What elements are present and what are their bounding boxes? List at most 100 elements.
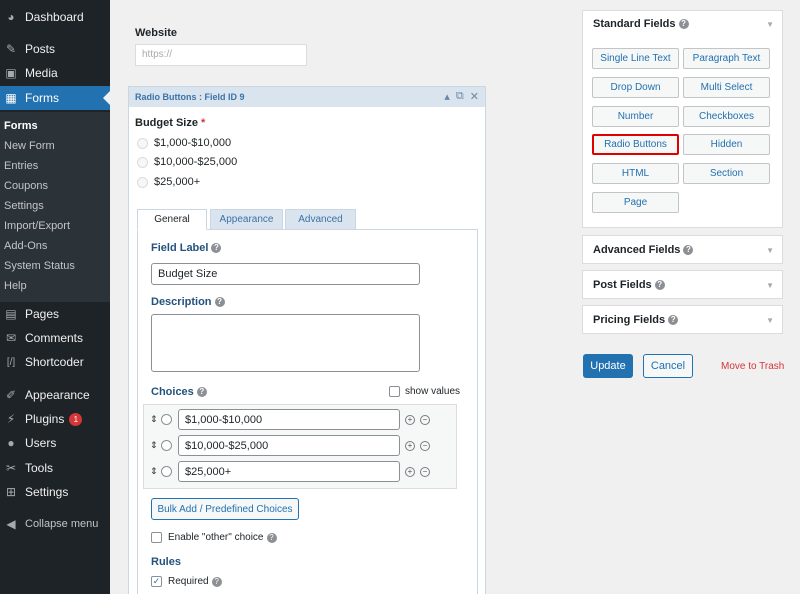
remove-choice-icon[interactable]: − <box>420 414 430 425</box>
radio-preview-dot <box>137 156 148 168</box>
menu-posts[interactable]: ✎ Posts <box>0 37 110 61</box>
post-fields-panel[interactable]: Post Fields? ▼ <box>582 270 783 299</box>
drag-handle-icon[interactable]: ⇕ <box>150 414 158 425</box>
help-icon[interactable]: ? <box>654 280 665 291</box>
rules-heading: Rules <box>151 556 181 568</box>
tab-general[interactable]: General <box>137 209 207 230</box>
enable-other-checkbox[interactable] <box>151 532 162 543</box>
remove-choice-icon[interactable]: − <box>420 466 430 477</box>
drag-handle-icon[interactable]: ⇕ <box>150 440 158 451</box>
cancel-button[interactable]: Cancel <box>643 354 693 378</box>
add-page-button[interactable]: Page <box>592 192 679 213</box>
add-drop-down-button[interactable]: Drop Down <box>592 77 679 98</box>
caret-down-icon[interactable]: ▼ <box>766 20 774 29</box>
caret-down-icon[interactable]: ▼ <box>766 246 774 255</box>
field-preview-title: Budget Size * <box>135 117 206 129</box>
menu-appearance[interactable]: ✐ Appearance <box>0 383 110 407</box>
menu-pages[interactable]: ▤ Pages <box>0 302 110 326</box>
menu-comments[interactable]: ✉ Comments <box>0 326 110 350</box>
help-icon[interactable]: ? <box>211 576 222 587</box>
submenu-coupons[interactable]: Coupons <box>4 180 48 192</box>
add-choice-icon[interactable]: + <box>405 414 415 425</box>
choice-default-radio[interactable] <box>161 414 172 425</box>
submenu-settings[interactable]: Settings <box>4 200 44 212</box>
choice-default-radio[interactable] <box>161 440 172 451</box>
help-icon[interactable]: ? <box>683 245 694 256</box>
show-values-toggle[interactable]: show values <box>389 386 460 397</box>
enable-other-option[interactable]: Enable "other" choice? <box>151 532 277 543</box>
standard-fields-title[interactable]: Standard Fields? <box>593 18 689 30</box>
submenu-entries[interactable]: Entries <box>4 160 38 172</box>
brush-icon: ✐ <box>5 388 17 402</box>
submenu-new-form[interactable]: New Form <box>4 140 55 152</box>
description-textarea[interactable] <box>151 314 420 372</box>
help-icon[interactable]: ? <box>668 315 679 326</box>
collapse-up-icon[interactable]: ▴ <box>444 90 450 103</box>
help-icon[interactable]: ? <box>214 297 225 308</box>
users-icon: ● <box>7 436 15 450</box>
choices-list: ⇕ $1,000-$10,000 + − ⇕ $10,000-$25,000 +… <box>143 404 457 489</box>
field-label-input[interactable]: Budget Size <box>151 263 420 285</box>
close-icon[interactable]: ✕ <box>470 90 479 103</box>
radio-preview-dot <box>137 176 148 188</box>
submenu-forms[interactable]: Forms <box>4 120 38 132</box>
move-to-trash-link[interactable]: Move to Trash <box>721 361 784 372</box>
add-checkboxes-button[interactable]: Checkboxes <box>683 106 770 127</box>
add-single-line-text-button[interactable]: Single Line Text <box>592 48 679 69</box>
show-values-checkbox[interactable] <box>389 386 400 397</box>
tab-appearance[interactable]: Appearance <box>210 209 283 230</box>
bulk-add-button[interactable]: Bulk Add / Predefined Choices <box>151 498 299 520</box>
help-icon[interactable]: ? <box>211 243 222 254</box>
duplicate-icon[interactable]: ⧉ <box>456 90 464 103</box>
submenu-help[interactable]: Help <box>4 280 27 292</box>
add-radio-buttons-button[interactable]: Radio Buttons <box>592 134 679 155</box>
choice-default-radio[interactable] <box>161 466 172 477</box>
tab-advanced[interactable]: Advanced <box>285 209 356 230</box>
required-option[interactable]: ✓ Required? <box>151 576 222 587</box>
menu-shortcoder[interactable]: [/] Shortcoder <box>0 350 110 374</box>
choice-input[interactable]: $25,000+ <box>178 461 400 482</box>
collapse-menu[interactable]: ◀ Collapse menu <box>0 512 110 536</box>
submenu-add-ons[interactable]: Add-Ons <box>4 240 47 252</box>
menu-plugins[interactable]: ⚡ Plugins 1 <box>0 407 110 431</box>
media-icon: ▣ <box>5 66 17 80</box>
menu-dashboard[interactable]: ◕ Dashboard <box>0 5 110 29</box>
submenu-import-export[interactable]: Import/Export <box>4 220 70 232</box>
caret-down-icon[interactable]: ▼ <box>766 316 774 325</box>
add-multi-select-button[interactable]: Multi Select <box>683 77 770 98</box>
menu-settings[interactable]: ⊞ Settings <box>0 480 110 504</box>
advanced-fields-panel[interactable]: Advanced Fields? ▼ <box>582 235 783 264</box>
choice-row: ⇕ $10,000-$25,000 + − <box>150 435 430 456</box>
add-choice-icon[interactable]: + <box>405 466 415 477</box>
add-paragraph-text-button[interactable]: Paragraph Text <box>683 48 770 69</box>
update-button[interactable]: Update <box>583 354 633 378</box>
field-editor: Radio Buttons : Field ID 9 ▴ ⧉ ✕ Budget … <box>128 86 486 594</box>
website-input[interactable]: https:// <box>135 44 307 66</box>
help-icon[interactable]: ? <box>678 19 689 30</box>
help-icon[interactable]: ? <box>196 387 207 398</box>
plugins-update-badge: 1 <box>69 412 83 426</box>
add-html-button[interactable]: HTML <box>592 163 679 184</box>
menu-forms[interactable]: ▦ Forms <box>0 86 110 110</box>
required-checkbox[interactable]: ✓ <box>151 576 162 587</box>
submenu-system-status[interactable]: System Status <box>4 260 75 272</box>
add-choice-icon[interactable]: + <box>405 440 415 451</box>
preview-choice: $10,000-$25,000 <box>137 156 237 168</box>
pricing-fields-panel[interactable]: Pricing Fields? ▼ <box>582 305 783 334</box>
drag-handle-icon[interactable]: ⇕ <box>150 466 158 477</box>
field-title-bar[interactable]: Radio Buttons : Field ID 9 <box>129 87 485 107</box>
remove-choice-icon[interactable]: − <box>420 440 430 451</box>
menu-media[interactable]: ▣ Media <box>0 61 110 85</box>
caret-down-icon[interactable]: ▼ <box>766 281 774 290</box>
help-icon[interactable]: ? <box>266 532 277 543</box>
add-hidden-button[interactable]: Hidden <box>683 134 770 155</box>
menu-users[interactable]: ● Users <box>0 431 110 455</box>
choice-input[interactable]: $1,000-$10,000 <box>178 409 400 430</box>
menu-tools[interactable]: ✂ Tools <box>0 456 110 480</box>
add-number-button[interactable]: Number <box>592 106 679 127</box>
field-bar-actions: ▴ ⧉ ✕ <box>444 90 479 103</box>
add-section-button[interactable]: Section <box>683 163 770 184</box>
choice-input[interactable]: $10,000-$25,000 <box>178 435 400 456</box>
collapse-icon: ◀ <box>6 517 16 531</box>
settings-icon: ⊞ <box>5 485 17 499</box>
